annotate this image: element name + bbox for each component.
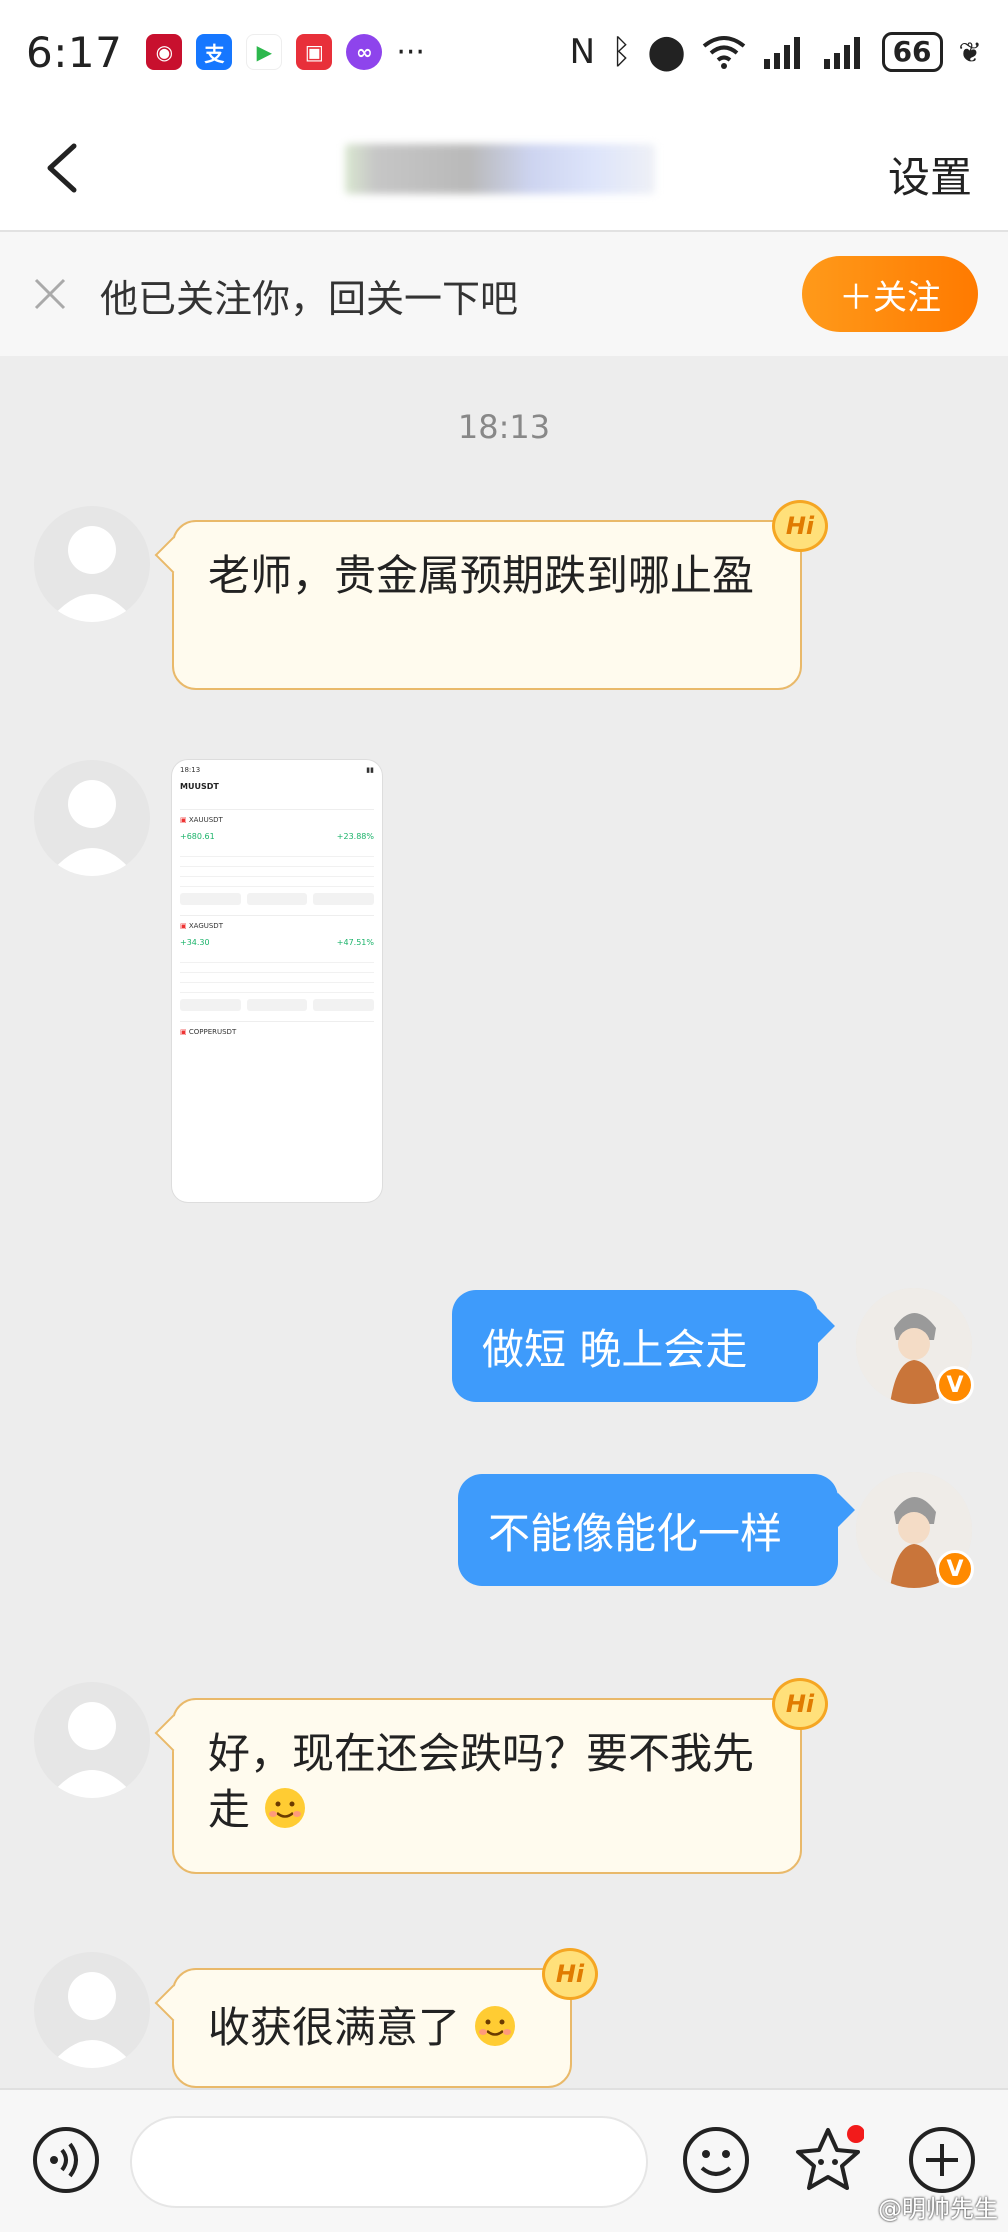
verified-badge: V — [936, 1550, 974, 1588]
message-text: 收获很满意了 — [208, 2003, 461, 2052]
link-app-icon: ∞ — [346, 34, 383, 70]
signal-icon-1 — [763, 37, 800, 69]
notification-icons: ◉ 支 ▶ ▣ ∞ ··· — [146, 34, 425, 70]
leaf-icon: ❦ — [958, 35, 982, 69]
battery-indicator: 66 — [881, 32, 943, 72]
thumb-row-name: XAGUSDT — [188, 922, 223, 930]
avatar[interactable] — [34, 760, 150, 876]
more-notifications-icon: ··· — [396, 34, 425, 70]
message-text: 老师，贵金属预期跌到哪止盈 — [208, 551, 755, 600]
hi-badge: Hi — [542, 1948, 598, 2000]
thumb-row-pct: +47.51% — [336, 938, 374, 947]
signal-icon-2 — [823, 37, 860, 69]
thumb-row-name: COPPERUSDT — [188, 1028, 237, 1036]
message-bubble-self[interactable]: 做短 晚上会走 — [452, 1290, 818, 1402]
avatar[interactable] — [34, 506, 150, 622]
back-icon[interactable] — [36, 140, 92, 196]
blush-emoji-icon — [475, 2006, 516, 2046]
message-text: 做短 晚上会走 — [482, 1324, 748, 1374]
close-icon[interactable] — [32, 276, 68, 312]
follow-prompt-text: 他已关注你，回关一下吧 — [100, 277, 519, 321]
contact-name-blurred — [345, 144, 655, 194]
default-avatar-icon — [48, 526, 136, 622]
message-bubble-self[interactable]: 不能像能化一样 — [458, 1474, 838, 1586]
emoji-icon[interactable] — [680, 2124, 752, 2196]
default-avatar-icon — [48, 780, 136, 876]
video-app-icon: ▶ — [246, 34, 283, 70]
thumb-card-2: ▣ XAGUSDT +34.30 +47.51% — [180, 915, 375, 1011]
thumb-row-value: +34.30 — [180, 938, 210, 947]
hi-badge: Hi — [772, 500, 828, 552]
status-bar: 6:17 ◉ 支 ▶ ▣ ∞ ··· N ᛒ ⬤ 66 ❦ — [0, 0, 1008, 104]
verified-badge: V — [936, 1366, 974, 1404]
system-icons: N ᛒ ⬤ 66 ❦ — [570, 32, 982, 72]
settings-button[interactable]: 设置 — [888, 144, 972, 205]
message-text: 不能像能化一样 — [488, 1508, 783, 1558]
sticker-icon[interactable] — [792, 2124, 864, 2196]
bluetooth-icon: ᛒ — [611, 32, 632, 72]
voice-icon[interactable] — [30, 2124, 102, 2196]
follow-suggestion-bar: 他已关注你，回关一下吧 ＋关注 — [0, 232, 1008, 356]
thumb-title: MUUSDT — [180, 782, 219, 791]
hi-badge: Hi — [772, 1678, 828, 1730]
thumb-row-value: +680.61 — [180, 832, 215, 841]
default-avatar-icon — [48, 1702, 136, 1798]
image-message[interactable]: 18:13 ▮▮ MUUSDT ▣ XAUUSDT +680.61 +23.88%… — [172, 760, 382, 1202]
message-input[interactable] — [130, 2116, 648, 2208]
avatar[interactable] — [34, 1682, 150, 1798]
blush-emoji-icon — [265, 1788, 306, 1828]
chat-timestamp: 18:13 — [457, 408, 551, 446]
message-bubble[interactable]: 收获很满意了 Hi — [172, 1948, 598, 2088]
message-bubble[interactable]: 老师，贵金属预期跌到哪止盈 Hi — [172, 500, 828, 690]
alipay-app-icon: 支 — [196, 34, 233, 70]
thumb-row-name: XAUUSDT — [188, 816, 223, 824]
nfc-icon: N — [569, 32, 596, 72]
nav-bar: 设置 — [0, 104, 1008, 232]
thumb-status: 18:13 ▮▮ — [180, 766, 374, 774]
follow-button[interactable]: ＋关注 — [802, 256, 978, 332]
watermark: @明帅先生 — [878, 2195, 998, 2223]
avatar[interactable] — [34, 1952, 150, 2068]
thumb-card-1: ▣ XAUUSDT +680.61 +23.88% — [180, 809, 375, 905]
bank-app-icon: ◉ — [146, 34, 183, 70]
wifi-icon — [702, 36, 745, 69]
default-avatar-icon — [48, 1972, 136, 2068]
status-time: 6:17 — [26, 27, 123, 77]
message-bubble[interactable]: 好，现在还会跌吗？要不我先走 Hi — [172, 1678, 828, 1874]
location-icon: ⬤ — [647, 32, 686, 72]
input-bar: @明帅先生 — [0, 2088, 1008, 2232]
huawei-store-icon: ▣ — [296, 34, 333, 70]
plus-icon[interactable] — [906, 2124, 978, 2196]
thumb-row-pct: +23.88% — [336, 832, 374, 841]
thumb-card-3: ▣ COPPERUSDT — [180, 1021, 374, 1036]
